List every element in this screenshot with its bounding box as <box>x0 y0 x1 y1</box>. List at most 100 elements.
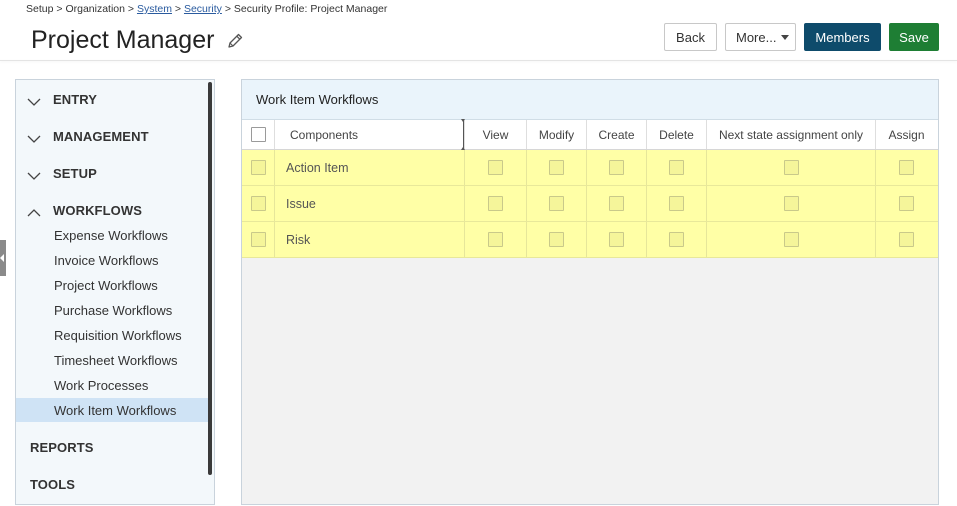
chevron-down-icon <box>27 94 41 106</box>
select-all-cell <box>242 120 275 149</box>
row-select-checkbox[interactable] <box>250 196 266 211</box>
column-header-delete[interactable]: Delete <box>647 120 707 149</box>
next-state-checkbox[interactable] <box>783 196 799 211</box>
sidebar-nav: ENTRY MANAGEMENT SETUP WORKFLOWS Expense… <box>15 79 215 505</box>
sidebar-scrollbar[interactable] <box>208 82 212 475</box>
component-name: Issue <box>275 186 465 221</box>
delete-cell <box>647 186 707 221</box>
column-resize-handle[interactable] <box>461 119 466 150</box>
breadcrumb-system-link[interactable]: System <box>137 3 172 15</box>
next-state-cell <box>707 186 876 221</box>
create-checkbox[interactable] <box>609 232 624 247</box>
component-name: Risk <box>275 222 465 257</box>
more-label: More... <box>736 29 777 45</box>
column-header-create[interactable]: Create <box>587 120 647 149</box>
sidebar-item-project-workflows[interactable]: Project Workflows <box>16 273 208 297</box>
row-select-cell <box>242 186 275 221</box>
title-row: Project Manager <box>31 26 244 55</box>
modify-checkbox[interactable] <box>549 232 564 247</box>
header-divider <box>0 60 957 61</box>
breadcrumb-separator: > <box>224 3 231 15</box>
sidebar-section-label: ENTRY <box>53 91 98 107</box>
next-state-checkbox[interactable] <box>783 160 799 175</box>
sidebar-item-purchase-workflows[interactable]: Purchase Workflows <box>16 298 208 322</box>
collapse-sidebar-handle[interactable] <box>0 240 6 276</box>
row-select-cell <box>242 150 275 185</box>
column-header-modify[interactable]: Modify <box>527 120 587 149</box>
assign-checkbox[interactable] <box>899 196 914 211</box>
modify-cell <box>527 222 587 257</box>
create-checkbox[interactable] <box>609 196 624 211</box>
breadcrumb-separator: > <box>174 3 182 15</box>
more-dropdown-button[interactable]: More... <box>725 23 796 51</box>
next-state-cell <box>707 150 876 185</box>
sidebar-item-timesheet-workflows[interactable]: Timesheet Workflows <box>16 348 208 372</box>
assign-cell <box>876 186 937 221</box>
breadcrumb-separator: > <box>56 3 63 15</box>
sidebar-section-entry[interactable]: ENTRY <box>16 90 206 108</box>
breadcrumb-current: Security Profile: Project Manager <box>233 3 388 15</box>
assign-cell <box>876 222 937 257</box>
header-actions: Back More... Members Save <box>664 23 939 51</box>
sidebar-section-setup[interactable]: SETUP <box>16 164 206 182</box>
sidebar-section-tools[interactable]: TOOLS <box>16 475 206 493</box>
view-cell <box>465 186 527 221</box>
delete-checkbox[interactable] <box>669 196 684 211</box>
sidebar-item-invoice-workflows[interactable]: Invoice Workflows <box>16 248 208 272</box>
assign-cell <box>876 150 937 185</box>
next-state-checkbox[interactable] <box>783 232 799 247</box>
select-all-checkbox[interactable] <box>250 127 266 142</box>
sidebar-item-work-item-workflows[interactable]: Work Item Workflows <box>16 398 208 422</box>
sidebar-section-reports[interactable]: REPORTS <box>16 438 206 456</box>
assign-checkbox[interactable] <box>899 232 914 247</box>
breadcrumb-organization: Organization <box>65 3 125 15</box>
delete-cell <box>647 150 707 185</box>
sidebar-section-label: TOOLS <box>30 476 76 492</box>
next-state-cell <box>707 222 876 257</box>
sidebar-section-label: REPORTS <box>30 439 94 455</box>
save-button[interactable]: Save <box>889 23 939 51</box>
sidebar-section-label: SETUP <box>53 165 97 181</box>
row-select-checkbox[interactable] <box>250 232 266 247</box>
page-title: Project Manager <box>31 26 215 54</box>
modify-cell <box>527 186 587 221</box>
members-button[interactable]: Members <box>804 23 881 51</box>
column-header-view[interactable]: View <box>465 120 527 149</box>
column-header-components[interactable]: Components <box>275 119 466 150</box>
back-button[interactable]: Back <box>664 23 717 51</box>
view-checkbox[interactable] <box>488 232 503 247</box>
sidebar-section-label: MANAGEMENT <box>53 128 149 144</box>
create-cell <box>587 150 647 185</box>
chevron-down-icon <box>27 131 41 143</box>
sidebar-item-requisition-workflows[interactable]: Requisition Workflows <box>16 323 208 347</box>
work-item-workflows-panel: Work Item Workflows Components View Modi… <box>241 79 939 505</box>
view-checkbox[interactable] <box>488 196 503 211</box>
breadcrumb: Setup > Organization > System > Security… <box>26 3 387 15</box>
modify-cell <box>527 150 587 185</box>
breadcrumb-security-link[interactable]: Security <box>184 3 222 15</box>
sidebar-section-management[interactable]: MANAGEMENT <box>16 127 206 145</box>
delete-checkbox[interactable] <box>669 232 684 247</box>
column-header-assign[interactable]: Assign <box>876 120 937 149</box>
breadcrumb-setup: Setup <box>26 3 54 15</box>
delete-checkbox[interactable] <box>669 160 684 175</box>
panel-title: Work Item Workflows <box>242 80 938 120</box>
pencil-edit-icon[interactable] <box>226 32 244 50</box>
row-select-checkbox[interactable] <box>250 160 266 175</box>
assign-checkbox[interactable] <box>899 160 914 175</box>
modify-checkbox[interactable] <box>549 196 564 211</box>
sidebar-section-workflows[interactable]: WORKFLOWS <box>16 201 206 219</box>
chevron-down-icon <box>27 168 41 180</box>
view-checkbox[interactable] <box>488 160 503 175</box>
modify-checkbox[interactable] <box>549 160 564 175</box>
row-select-cell <box>242 222 275 257</box>
view-cell <box>465 222 527 257</box>
create-checkbox[interactable] <box>609 160 624 175</box>
component-name: Action Item <box>275 150 465 185</box>
delete-cell <box>647 222 707 257</box>
sidebar-item-expense-workflows[interactable]: Expense Workflows <box>16 223 208 247</box>
column-header-next-state-assignment-only[interactable]: Next state assignment only <box>707 120 876 149</box>
table-row: Action Item <box>242 150 938 186</box>
create-cell <box>587 222 647 257</box>
sidebar-item-work-processes[interactable]: Work Processes <box>16 373 208 397</box>
